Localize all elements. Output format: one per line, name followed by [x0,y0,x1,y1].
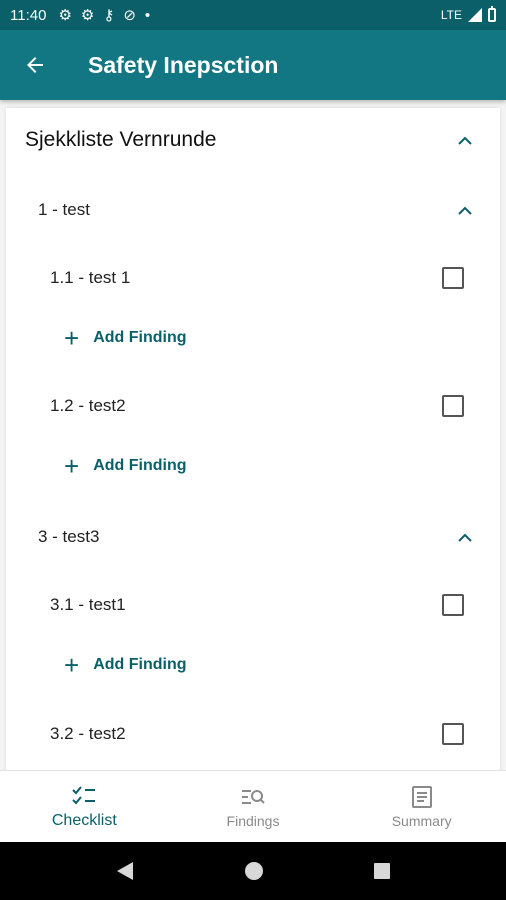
checklist-item: 3.1 - test1 [6,587,500,623]
back-triangle-icon[interactable] [115,860,135,882]
search-list-icon [242,789,265,804]
plus-icon: + [64,650,80,680]
status-time: 11:40 [10,6,47,24]
checklist-title: Sjekkliste Vernrunde [25,128,217,151]
checklist-header[interactable]: Sjekkliste Vernrunde [6,120,500,160]
plus-icon: + [64,451,80,481]
system-nav-bar [0,842,506,900]
home-circle-icon[interactable] [244,861,264,881]
nav-summary[interactable]: Summary [337,771,506,842]
chevron-up-icon [458,136,472,145]
document-icon [411,785,432,808]
checklist-content[interactable]: Sjekkliste Vernrunde 1 - test 1.1 - test… [0,100,506,770]
recents-square-icon[interactable] [373,862,391,880]
section-label: 3 - test3 [38,527,100,546]
item-checkbox[interactable] [442,723,464,745]
plus-icon: + [64,323,80,353]
collapse-checklist-button[interactable] [452,127,478,153]
add-finding-button[interactable]: + Add Finding [64,450,187,482]
nav-findings[interactable]: Findings [169,771,338,842]
add-finding-label: Add Finding [93,656,187,673]
bottom-nav: Checklist Findings Summary [0,770,506,842]
add-finding-label: Add Finding [93,329,187,346]
item-checkbox[interactable] [442,594,464,616]
add-finding-button[interactable]: + Add Finding [64,322,187,354]
notification-icons: ⚙ ⚙ ⚷ ⊘ • [58,6,151,25]
gear-icon: ⚙ [58,7,72,24]
item-checkbox[interactable] [442,395,464,417]
nav-summary-label: Summary [391,812,452,829]
collapse-section-button[interactable] [452,197,478,223]
item-label: 3.1 - test1 [50,595,126,614]
network-type: LTE [440,8,462,22]
section-1[interactable]: 1 - test [6,192,500,228]
nav-findings-label: Findings [226,812,280,829]
checklist-card: Sjekkliste Vernrunde 1 - test 1.1 - test… [6,108,500,770]
page-title: Safety Inepsction [88,51,279,78]
gear-icon: ⚙ [80,7,95,24]
status-bar: 11:40 ⚙ ⚙ ⚷ ⊘ • LTE [0,0,506,30]
chevron-up-icon [458,533,472,542]
checklist-item: 3.2 - test2 [6,716,500,752]
checklist-item: 1.2 - test2 [6,388,500,424]
key-icon: ⚷ [103,7,115,24]
item-label: 1.2 - test2 [50,396,126,415]
item-label: 3.2 - test2 [50,724,126,743]
section-label: 1 - test [38,200,90,219]
blocked-icon: ⊘ [123,7,136,24]
checklist-item: 1.1 - test 1 [6,260,500,296]
dot-icon: • [144,6,151,24]
chevron-up-icon [458,206,472,215]
add-finding-label: Add Finding [93,457,187,474]
item-checkbox[interactable] [442,267,464,289]
back-button[interactable] [0,30,70,100]
nav-checklist-label: Checklist [51,811,117,829]
battery-icon [488,6,496,22]
system-indicators: LTE [440,6,496,22]
collapse-section-button[interactable] [452,524,478,550]
item-label: 1.1 - test 1 [50,268,131,287]
add-finding-button[interactable]: + Add Finding [64,649,187,681]
signal-icon [468,8,482,22]
checklist-icon [72,785,96,804]
nav-checklist[interactable]: Checklist [0,771,169,842]
section-3[interactable]: 3 - test3 [6,519,500,555]
arrow-left-icon [27,57,43,73]
app-bar: Safety Inepsction [0,30,506,100]
